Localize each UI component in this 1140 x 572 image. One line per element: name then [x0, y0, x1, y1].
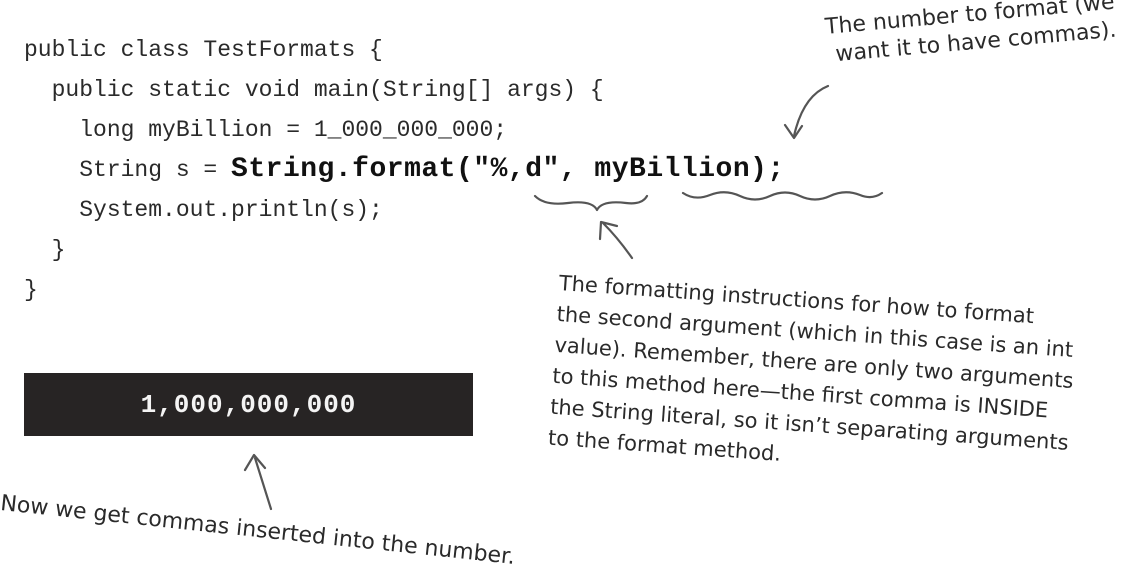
number-note-arrow — [792, 84, 830, 138]
code-line-6: } — [24, 237, 66, 263]
code-line-2: public static void main(String[] args) { — [24, 77, 604, 103]
console-output: 1,000,000,000 — [24, 373, 473, 436]
output-note-arrow — [253, 456, 273, 511]
output-note-arrowhead — [243, 453, 267, 472]
code-line-3: long myBillion = 1_000_000_000; — [24, 117, 508, 143]
console-output-value: 1,000,000,000 — [140, 389, 357, 420]
code-line-5: System.out.println(s); — [24, 197, 383, 223]
format-call: String.format("%,d", myBillion); — [231, 154, 785, 185]
output-note-text: Now we get commas inserted into the numb… — [0, 490, 517, 570]
code-line-1: public class TestFormats { — [24, 37, 383, 63]
number-note-arrowhead — [783, 123, 804, 140]
output-note: Now we get commas inserted into the numb… — [0, 490, 516, 572]
code-line-4-prefix: String s = — [24, 157, 232, 183]
code-line-4: String s = String.format("%,d", myBillio… — [24, 150, 785, 190]
code-listing: public class TestFormats { public static… — [24, 30, 785, 310]
number-to-format-note: The number to format (we want it to have… — [824, 0, 1118, 70]
formatting-instructions-note: The formatting instructions for how to f… — [547, 268, 1079, 490]
